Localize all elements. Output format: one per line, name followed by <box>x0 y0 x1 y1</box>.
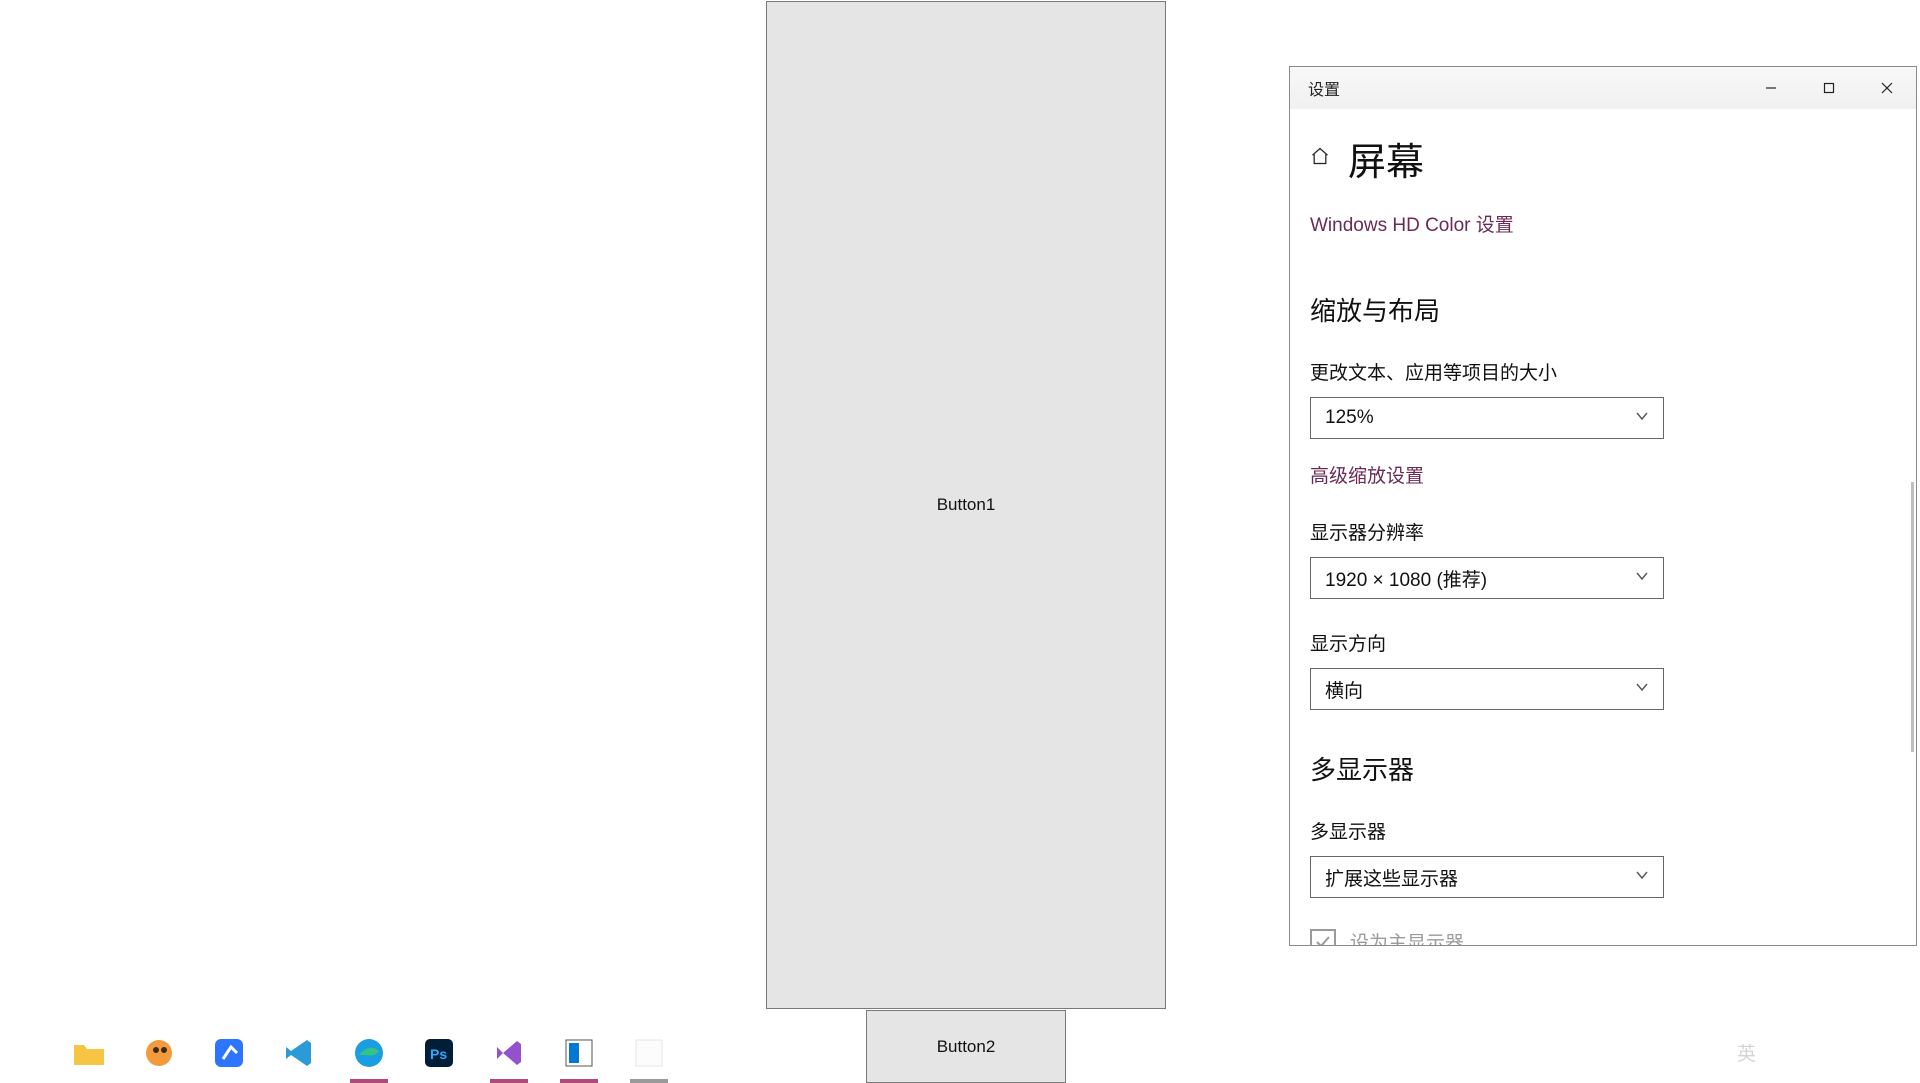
multi-dropdown[interactable]: 扩展这些显示器 <box>1310 856 1664 898</box>
test-window-button2[interactable]: Button2 <box>866 1010 1066 1083</box>
maximize-button[interactable] <box>1800 67 1858 109</box>
ime-status[interactable]: 英 <box>1737 1039 1756 1066</box>
chevron-down-icon <box>1635 678 1649 700</box>
scale-dropdown-value: 125% <box>1325 407 1374 429</box>
checkbox-icon <box>1310 929 1336 946</box>
advanced-scale-link[interactable]: 高级缩放设置 <box>1310 461 1424 488</box>
app-icon[interactable] <box>210 1034 248 1072</box>
settings-header: 屏幕 <box>1290 109 1916 196</box>
hd-color-link[interactable]: Windows HD Color 设置 <box>1310 210 1514 237</box>
windows-app-icon[interactable] <box>560 1034 598 1072</box>
visual-studio-icon[interactable] <box>490 1034 528 1072</box>
multi-section-title: 多显示器 <box>1310 750 1896 787</box>
resolution-field-label: 显示器分辨率 <box>1310 518 1896 545</box>
photoshop-icon[interactable]: Ps <box>420 1034 458 1072</box>
chevron-down-icon <box>1635 407 1649 429</box>
home-icon[interactable] <box>1310 146 1330 171</box>
resolution-dropdown-value: 1920 × 1080 (推荐) <box>1325 565 1487 592</box>
scale-dropdown[interactable]: 125% <box>1310 397 1664 439</box>
button1-label: Button1 <box>937 495 996 515</box>
settings-window-title: 设置 <box>1308 76 1340 100</box>
orientation-dropdown[interactable]: 横向 <box>1310 668 1664 710</box>
settings-titlebar: 设置 <box>1290 67 1916 109</box>
close-icon <box>1881 82 1893 94</box>
page-title: 屏幕 <box>1348 131 1424 186</box>
chevron-down-icon <box>1635 567 1649 589</box>
blank-app-icon[interactable] <box>630 1034 668 1072</box>
vscode-icon[interactable] <box>280 1034 318 1072</box>
multi-field-label: 多显示器 <box>1310 817 1896 844</box>
scale-field-label: 更改文本、应用等项目的大小 <box>1310 358 1896 385</box>
scale-section-title: 缩放与布局 <box>1310 291 1896 328</box>
snipping-icon[interactable] <box>140 1034 178 1072</box>
button2-label: Button2 <box>937 1037 996 1057</box>
test-window-button1[interactable]: Button1 <box>766 1 1166 1009</box>
settings-window: 设置 屏幕 Windows HD Color 设置 缩放与布局 更改文本、应用等… <box>1289 66 1917 946</box>
maximize-icon <box>1823 82 1835 94</box>
scrollbar[interactable] <box>1911 482 1914 752</box>
close-button[interactable] <box>1858 67 1916 109</box>
edge-icon[interactable] <box>350 1034 388 1072</box>
svg-text:Ps: Ps <box>430 1046 447 1062</box>
orientation-dropdown-value: 横向 <box>1325 676 1363 703</box>
primary-display-label: 设为主显示器 <box>1350 928 1464 945</box>
folder-icon[interactable] <box>70 1034 108 1072</box>
settings-body: Windows HD Color 设置 缩放与布局 更改文本、应用等项目的大小 … <box>1290 196 1916 945</box>
resolution-dropdown[interactable]: 1920 × 1080 (推荐) <box>1310 557 1664 599</box>
minimize-icon <box>1765 82 1777 94</box>
taskbar: Ps <box>0 1025 668 1080</box>
multi-dropdown-value: 扩展这些显示器 <box>1325 864 1458 891</box>
chevron-down-icon <box>1635 866 1649 888</box>
minimize-button[interactable] <box>1742 67 1800 109</box>
orientation-field-label: 显示方向 <box>1310 629 1896 656</box>
primary-display-checkbox: 设为主显示器 <box>1310 928 1896 945</box>
